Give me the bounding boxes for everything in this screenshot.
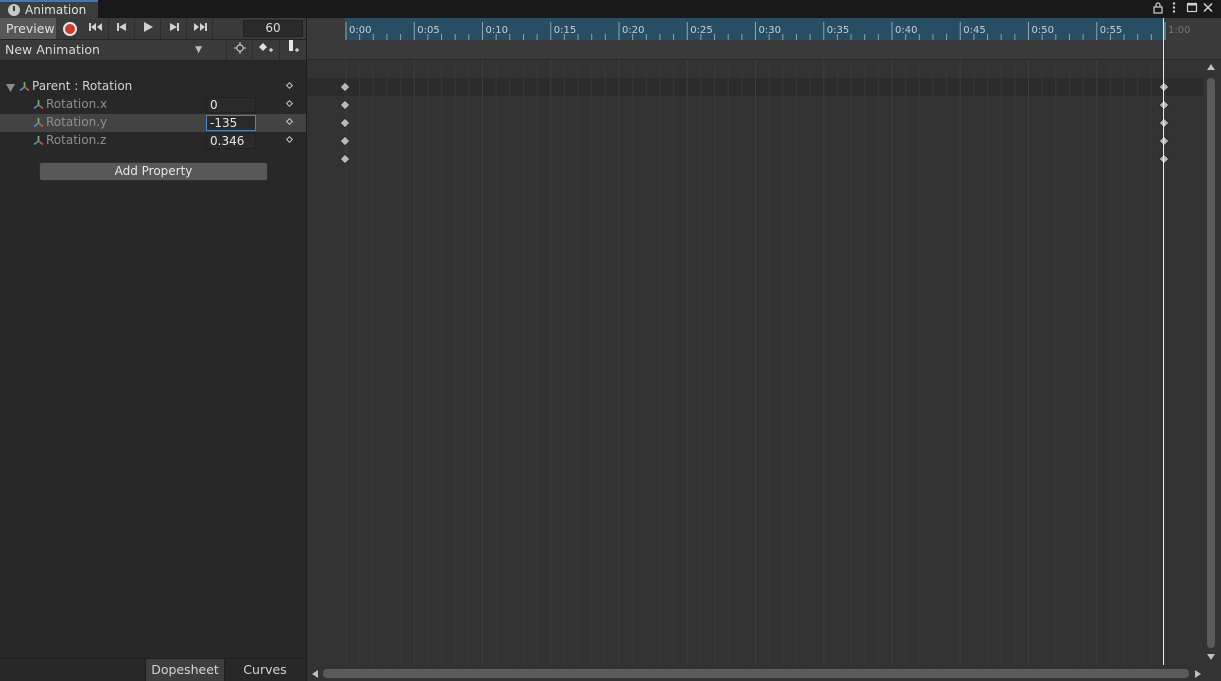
maximize-icon[interactable] xyxy=(1184,1,1200,15)
skip-to-end-icon[interactable] xyxy=(187,18,213,39)
property-label: Rotation.z xyxy=(46,133,107,147)
view-mode-tabs: Dopesheet Curves xyxy=(0,658,306,681)
kebab-menu-icon[interactable] xyxy=(1166,1,1182,15)
window-tab-bar xyxy=(0,0,1221,18)
keyframe-diamond[interactable] xyxy=(1158,117,1170,129)
tab-dopesheet[interactable]: Dopesheet xyxy=(145,659,225,681)
ruler-tick-label: 0:25 xyxy=(690,25,712,36)
keyframe-diamond[interactable] xyxy=(1158,99,1170,111)
close-icon[interactable] xyxy=(1200,1,1216,15)
add-keyframe-icon[interactable] xyxy=(252,40,278,60)
keyframe-diamond[interactable] xyxy=(339,99,351,111)
property-group-row[interactable]: Parent : Rotation xyxy=(0,78,306,96)
keyframe-diamond[interactable] xyxy=(1158,153,1170,165)
preview-button[interactable]: Preview xyxy=(0,18,56,39)
property-group-label: Parent : Rotation xyxy=(32,79,133,93)
ruler-tick-label: 1:00 xyxy=(1168,25,1190,36)
keyframe-diamond-icon[interactable] xyxy=(285,135,294,144)
lock-icon[interactable] xyxy=(1150,1,1166,15)
ruler-tick-label: 0:40 xyxy=(895,25,917,36)
property-row-rotation-x[interactable]: Rotation.x 0 xyxy=(0,96,306,114)
keyframe-diamond-icon[interactable] xyxy=(285,81,294,90)
keyframe-diamond[interactable] xyxy=(339,117,351,129)
scroll-up-icon[interactable] xyxy=(1206,63,1216,71)
clock-icon xyxy=(8,4,20,16)
horizontal-scroll-thumb[interactable] xyxy=(323,669,1189,678)
clip-selector-value: New Animation xyxy=(5,42,100,57)
property-label: Rotation.y xyxy=(46,115,108,129)
ruler-tick-label: 0:50 xyxy=(1032,25,1054,36)
scroll-right-icon[interactable] xyxy=(1194,669,1202,679)
ruler-tick-label: 0:30 xyxy=(759,25,781,36)
ruler-tick-label: 0:00 xyxy=(349,25,371,36)
dopesheet-timeline[interactable]: 0:00 0:05 0:10 0:15 0:20 0:25 0:30 0:35 0:40 0:45… xyxy=(307,18,1221,681)
chevron-down-icon: ▼ xyxy=(195,45,202,55)
vertical-scroll-thumb[interactable] xyxy=(1207,78,1215,648)
filter-by-selection-icon[interactable] xyxy=(226,40,252,60)
property-row-rotation-z[interactable]: Rotation.z 0.346 xyxy=(0,132,306,150)
animation-window-tab[interactable]: Animation xyxy=(0,0,98,18)
rotation-axis-icon xyxy=(33,136,44,146)
scroll-down-icon[interactable] xyxy=(1206,653,1216,661)
rotation-x-field[interactable]: 0 xyxy=(206,97,256,113)
keyframe-diamond[interactable] xyxy=(339,135,351,147)
tab-curves[interactable]: Curves xyxy=(225,659,305,681)
property-row-rotation-y[interactable]: Rotation.y -135 xyxy=(0,114,306,132)
scroll-left-icon[interactable] xyxy=(311,669,319,679)
ruler-tick-label: 0:10 xyxy=(486,25,508,36)
frame-input[interactable]: 60 xyxy=(243,20,303,37)
playback-toolbar: Preview 60 xyxy=(0,18,306,40)
record-icon[interactable] xyxy=(63,22,77,36)
ruler-tick-label: 0:35 xyxy=(827,25,849,36)
tab-title: Animation xyxy=(25,3,87,17)
ruler-tick-label: 0:15 xyxy=(554,25,576,36)
play-icon[interactable] xyxy=(135,18,161,39)
property-label: Rotation.x xyxy=(46,97,108,111)
horizontal-scrollbar[interactable] xyxy=(307,665,1221,681)
playhead-line[interactable] xyxy=(1163,18,1164,681)
keyframe-diamond[interactable] xyxy=(1158,81,1170,93)
previous-frame-icon[interactable] xyxy=(109,18,135,39)
keyframe-diamond-icon[interactable] xyxy=(285,117,294,126)
add-property-button[interactable]: Add Property xyxy=(39,162,268,181)
keyframe-diamond[interactable] xyxy=(1158,135,1170,147)
ruler-tick-label: 0:45 xyxy=(963,25,985,36)
rotation-z-field[interactable]: 0.346 xyxy=(206,133,256,149)
expand-triangle-icon[interactable] xyxy=(6,84,15,92)
keyframe-diamond[interactable] xyxy=(339,81,351,93)
ruler-tick-label: 0:05 xyxy=(417,25,439,36)
clip-row: New Animation ▼ xyxy=(0,40,306,61)
keyframe-diamond-icon[interactable] xyxy=(285,99,294,108)
rotation-y-field[interactable]: -135 xyxy=(206,115,256,131)
next-frame-icon[interactable] xyxy=(161,18,187,39)
skip-to-start-icon[interactable] xyxy=(83,18,109,39)
rotation-axis-icon xyxy=(19,82,30,92)
rotation-axis-icon xyxy=(33,118,44,128)
ruler-tick-label: 0:55 xyxy=(1100,25,1122,36)
keyframe-layer xyxy=(307,36,1203,236)
vertical-scrollbar[interactable] xyxy=(1203,60,1221,665)
clip-selector[interactable]: New Animation ▼ xyxy=(0,40,208,60)
add-event-icon[interactable] xyxy=(279,40,305,60)
keyframe-diamond[interactable] xyxy=(339,153,351,165)
rotation-axis-icon xyxy=(33,100,44,110)
ruler-tick-label: 0:20 xyxy=(622,25,644,36)
